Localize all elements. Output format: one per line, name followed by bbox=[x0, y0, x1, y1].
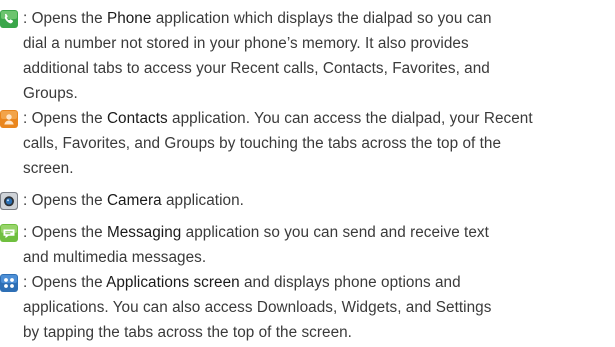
text-run: applications. You can also access Downlo… bbox=[23, 299, 492, 316]
text-line: applications. You can also access Downlo… bbox=[0, 295, 600, 320]
text-run: dial a number not stored in your phone’s… bbox=[23, 35, 469, 52]
app-name: Applications screen bbox=[106, 274, 240, 291]
text-run: Groups. bbox=[23, 85, 78, 102]
text-run: additional tabs to access your Recent ca… bbox=[23, 60, 490, 77]
text-run: by tapping the tabs across the top of th… bbox=[23, 324, 352, 341]
text-run: screen. bbox=[23, 160, 74, 177]
text-run: calls, Favorites, and Groups by touching… bbox=[23, 135, 502, 152]
contacts-entry: : Opens the Contacts application. You ca… bbox=[0, 106, 600, 181]
camera-entry: : Opens the Camera application. bbox=[0, 188, 600, 213]
text-run: and displays phone options and bbox=[239, 274, 461, 291]
text-line: and multimedia messages. bbox=[0, 245, 600, 270]
text-run: application. You can access the dialpad,… bbox=[167, 110, 533, 127]
text-line: : Opens the Applications screen and disp… bbox=[0, 270, 600, 295]
text-line: Groups. bbox=[0, 81, 600, 106]
text-line: : Opens the Contacts application. You ca… bbox=[0, 106, 600, 131]
text-run: : Opens the bbox=[23, 192, 107, 209]
text-run: application which displays the dialpad s… bbox=[151, 10, 492, 27]
text-run: : Opens the bbox=[23, 224, 107, 241]
text-line: screen. bbox=[0, 156, 600, 181]
messaging-entry: : Opens the Messaging application so you… bbox=[0, 220, 600, 270]
text-run: : Opens the bbox=[23, 110, 107, 127]
phone-entry: : Opens the Phone application which disp… bbox=[0, 6, 600, 106]
text-run: : Opens the bbox=[23, 10, 107, 27]
text-line: : Opens the Messaging application so you… bbox=[0, 220, 600, 245]
text-line: dial a number not stored in your phone’s… bbox=[0, 31, 600, 56]
text-line: calls, Favorites, and Groups by touching… bbox=[0, 131, 600, 156]
text-run: and multimedia messages. bbox=[23, 249, 207, 266]
app-name: Messaging bbox=[106, 224, 182, 241]
text-line: additional tabs to access your Recent ca… bbox=[0, 56, 600, 81]
text-run: : Opens the bbox=[23, 274, 107, 291]
text-line: : Opens the Phone application which disp… bbox=[0, 6, 600, 31]
applications-entry: : Opens the Applications screen and disp… bbox=[0, 270, 600, 345]
text-line: by tapping the tabs across the top of th… bbox=[0, 320, 600, 345]
app-name: Contacts bbox=[106, 110, 168, 127]
text-run: application so you can send and receive … bbox=[181, 224, 489, 241]
app-name: Camera bbox=[106, 192, 162, 209]
manual-page: : Opens the Phone application which disp… bbox=[0, 0, 615, 347]
text-line: : Opens the Camera application. bbox=[0, 188, 600, 213]
text-run: application. bbox=[161, 192, 244, 209]
app-name: Phone bbox=[106, 10, 152, 27]
